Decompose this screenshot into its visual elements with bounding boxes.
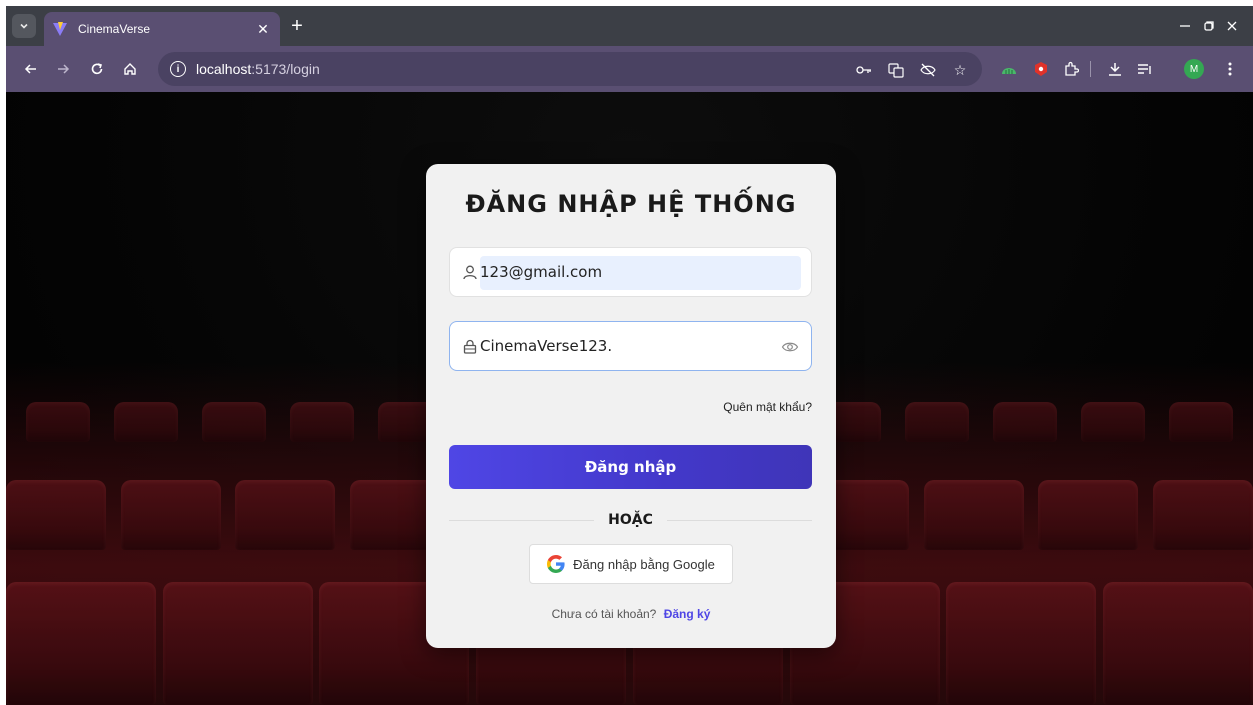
more-vertical-icon xyxy=(1228,62,1232,76)
lock-icon xyxy=(462,338,478,354)
password-field[interactable]: CinemaVerse123. xyxy=(449,321,812,371)
extension-2-button[interactable] xyxy=(1030,58,1052,80)
tab-title: CinemaVerse xyxy=(78,22,151,36)
login-title: ĐĂNG NHẬP HỆ THỐNG xyxy=(465,190,797,218)
reload-button[interactable] xyxy=(86,58,108,80)
password-key-icon[interactable] xyxy=(855,61,873,79)
extension-red-icon xyxy=(1035,62,1047,76)
eye-off-icon[interactable] xyxy=(919,61,937,79)
browser-menu-button[interactable] xyxy=(1219,58,1241,80)
google-icon xyxy=(547,555,565,573)
forgot-password-link[interactable]: Quên mật khẩu? xyxy=(723,400,812,414)
site-info-icon[interactable]: i xyxy=(170,61,186,77)
browser-toolbar: i localhost:5173/login ☆ M xyxy=(6,46,1253,92)
back-button[interactable] xyxy=(20,58,42,80)
download-icon xyxy=(1109,63,1121,76)
or-divider: HOẶC xyxy=(449,510,813,530)
reload-icon xyxy=(91,63,103,75)
toolbar-divider xyxy=(1090,61,1091,77)
translate-icon[interactable] xyxy=(887,61,905,79)
arrow-left-icon xyxy=(24,64,36,74)
address-bar[interactable]: i localhost:5173/login ☆ xyxy=(158,52,982,86)
home-icon xyxy=(124,63,136,75)
tab-strip: CinemaVerse ✕ + xyxy=(6,6,1253,46)
playlist-icon xyxy=(1138,64,1151,74)
tab-search-button[interactable] xyxy=(12,14,36,38)
arrow-right-icon xyxy=(58,64,70,74)
signup-prompt: Chưa có tài khoản? xyxy=(551,607,657,621)
or-label: HOẶC xyxy=(608,512,653,528)
page-viewport: ĐĂNG NHẬP HỆ THỐNG 123@gmail.com CinemaV… xyxy=(6,92,1253,705)
reading-list-button[interactable] xyxy=(1134,58,1156,80)
profile-avatar[interactable]: M xyxy=(1184,59,1204,79)
close-icon xyxy=(1227,21,1237,31)
password-value: CinemaVerse123. xyxy=(480,337,613,355)
puzzle-icon xyxy=(1065,61,1079,76)
extension-1-button[interactable] xyxy=(998,58,1020,80)
bookmark-star-icon[interactable]: ☆ xyxy=(951,61,969,79)
vite-logo-icon xyxy=(53,22,67,36)
close-window-button[interactable] xyxy=(1211,12,1253,40)
extensions-button[interactable] xyxy=(1060,58,1082,80)
login-card: ĐĂNG NHẬP HỆ THỐNG 123@gmail.com CinemaV… xyxy=(426,164,836,648)
downloads-button[interactable] xyxy=(1104,58,1126,80)
chevron-down-icon xyxy=(20,23,28,29)
signup-row: Chưa có tài khoản? Đăng ký xyxy=(426,607,836,621)
email-value: 123@gmail.com xyxy=(480,263,603,281)
url-text: localhost:5173/login xyxy=(196,61,320,77)
signup-link[interactable]: Đăng ký xyxy=(664,607,711,621)
home-button[interactable] xyxy=(119,58,141,80)
forward-button[interactable] xyxy=(52,58,74,80)
google-login-button[interactable]: Đăng nhập bằng Google xyxy=(529,544,733,584)
show-password-icon[interactable] xyxy=(781,338,799,356)
login-button[interactable]: Đăng nhập xyxy=(449,445,812,489)
new-tab-button[interactable]: + xyxy=(286,15,308,37)
email-field[interactable]: 123@gmail.com xyxy=(449,247,812,297)
google-login-label: Đăng nhập bằng Google xyxy=(573,556,715,572)
close-tab-icon[interactable]: ✕ xyxy=(254,20,272,38)
browser-window: CinemaVerse ✕ + i localhost:5173/login ☆… xyxy=(6,6,1253,705)
user-icon xyxy=(462,264,478,280)
extension-green-icon xyxy=(1002,68,1016,74)
tab-cinemaverse[interactable]: CinemaVerse ✕ xyxy=(44,12,280,46)
